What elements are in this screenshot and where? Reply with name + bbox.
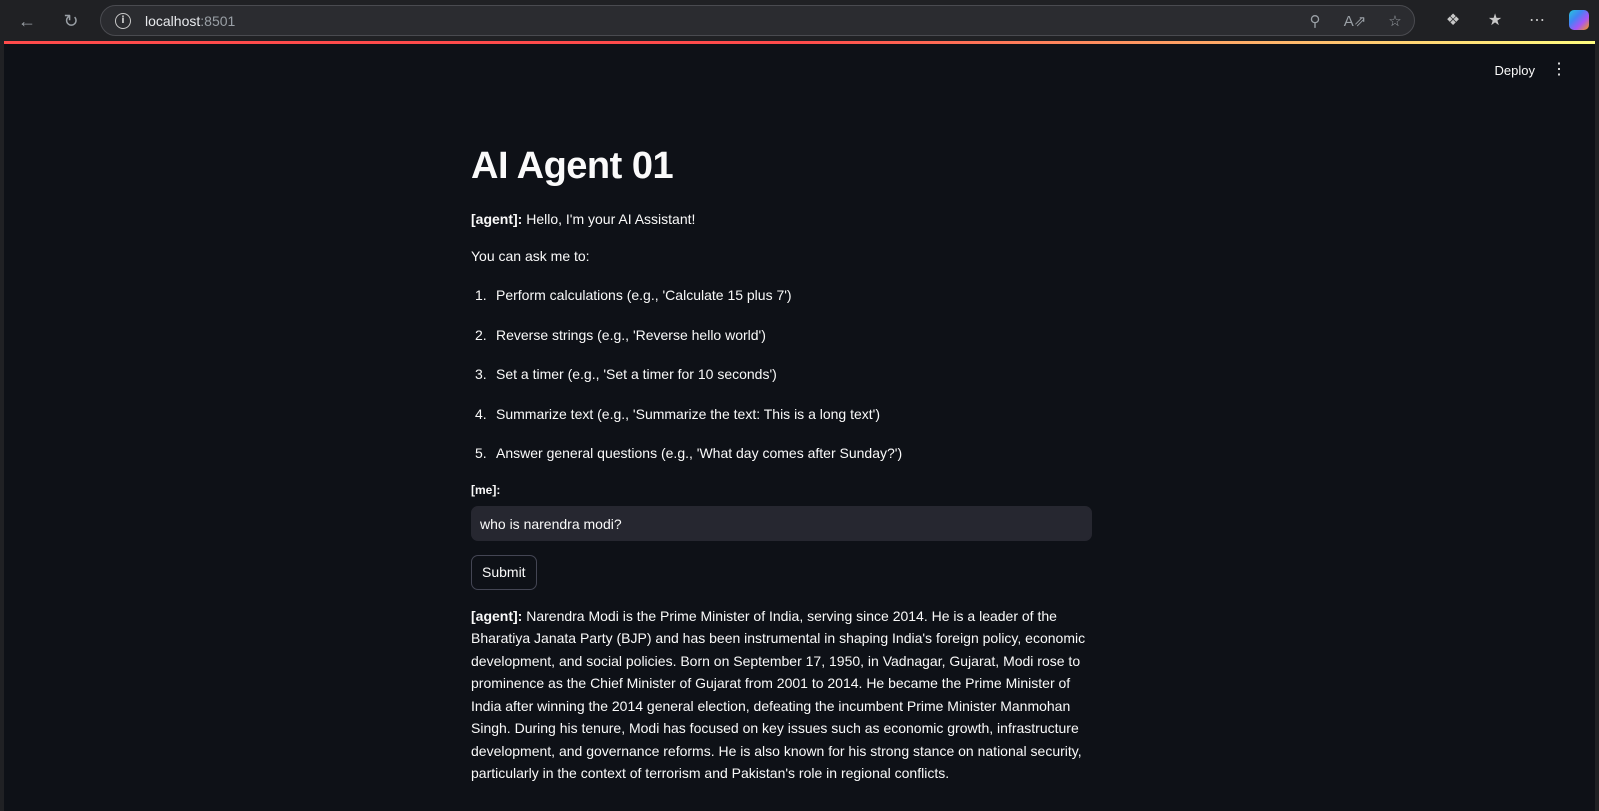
copilot-icon[interactable] [1567, 8, 1591, 32]
extensions-icon[interactable]: ❖ [1441, 8, 1465, 32]
back-arrow-icon[interactable]: ← [12, 6, 42, 36]
zoom-out-icon[interactable]: ⚲ [1304, 10, 1326, 32]
main-menu-icon[interactable]: ⋮ [1551, 61, 1567, 79]
deploy-button[interactable]: Deploy [1495, 63, 1535, 78]
list-item: 4. Summarize text (e.g., 'Summarize the t… [475, 405, 881, 422]
browser-toolbar: ← ↻ i localhost:8501 ⚲ A⇗ ☆ ❖ ★ ⋯ [0, 0, 1599, 41]
user-input-label: [me]: [471, 482, 501, 497]
info-icon[interactable]: i [115, 12, 131, 29]
page-title: AI Agent 01 [471, 145, 674, 187]
agent-answer: [agent]: Narendra Modi is the Prime Mini… [471, 605, 1096, 785]
header-decoration [4, 41, 1595, 44]
list-item: 5. Answer general questions (e.g., 'What … [475, 445, 903, 461]
agent-greeting: [agent]: Hello, I'm your AI Assistant! [471, 208, 1096, 230]
browser-actions: ❖ ★ ⋯ [1441, 8, 1591, 32]
read-aloud-icon[interactable]: A⇗ [1344, 10, 1367, 32]
agent-label: [agent]: [471, 607, 523, 624]
reload-icon[interactable]: ↻ [56, 6, 86, 36]
address-bar[interactable]: i localhost:8501 ⚲ A⇗ ☆ [100, 5, 1415, 36]
list-item: 2. Reverse strings (e.g., 'Reverse hello … [475, 326, 766, 343]
url-port: :8501 [200, 12, 236, 29]
app-container: Deploy ⋮ AI Agent 01 [agent]: Hello, I'm… [4, 41, 1595, 811]
intro-text: You can ask me to: [471, 248, 590, 264]
more-menu-icon[interactable]: ⋯ [1525, 8, 1549, 32]
main-content: AI Agent 01 [agent]: Hello, I'm your AI … [471, 141, 1096, 785]
query-input[interactable]: who is narendra modi? [471, 505, 1092, 541]
list-item: 1. Perform calculations (e.g., 'Calculate… [475, 287, 792, 303]
greeting-text: Hello, I'm your AI Assistant! [522, 211, 696, 227]
favorite-star-icon[interactable]: ☆ [1384, 10, 1406, 32]
address-bar-actions: ⚲ A⇗ ☆ [1304, 10, 1406, 32]
list-item: 3. Set a timer (e.g., 'Set a timer for 10… [475, 366, 777, 382]
capabilities-list: 1. Perform calculations (e.g., 'Calculate… [471, 284, 1096, 464]
answer-text: Narendra Modi is the Prime Minister of I… [471, 607, 1086, 782]
url-host: localhost [145, 12, 201, 29]
agent-label: [agent]: [471, 211, 523, 227]
favorites-icon[interactable]: ★ [1483, 8, 1507, 32]
url-text[interactable]: localhost:8501 [145, 13, 235, 29]
submit-button[interactable]: Submit [471, 554, 537, 590]
